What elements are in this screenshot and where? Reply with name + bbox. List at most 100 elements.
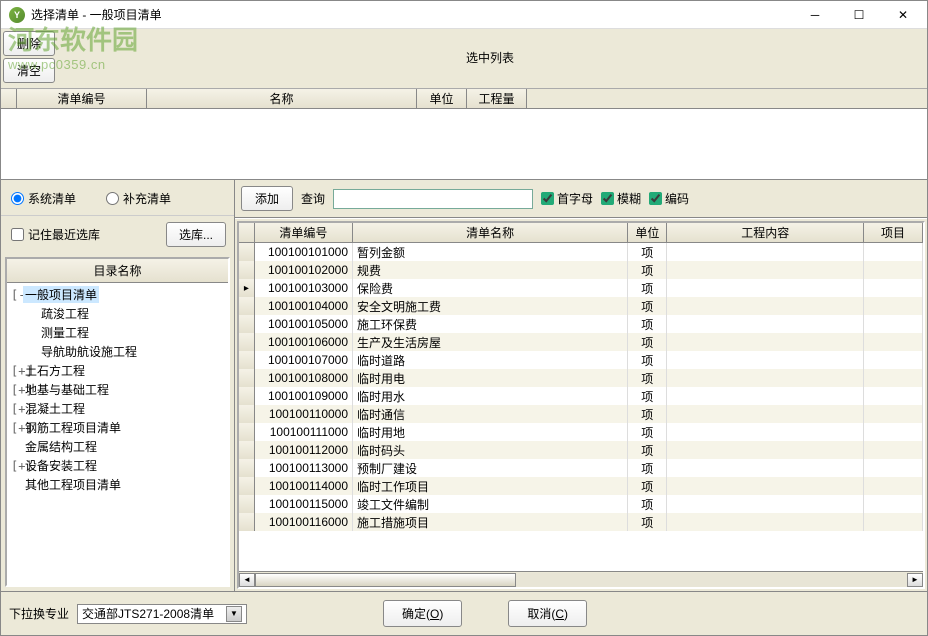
tree-item[interactable]: 导航助航设施工程	[7, 342, 228, 361]
tree-item-label: 钢筋工程项目清单	[23, 419, 123, 436]
cell-proj	[864, 495, 923, 513]
tree-item-label: 导航助航设施工程	[39, 343, 139, 360]
cell-unit: 项	[628, 315, 667, 333]
row-indicator-icon	[239, 495, 255, 513]
cell-proj	[864, 459, 923, 477]
result-grid-body[interactable]: 100100101000暂列金额项100100102000规费项10010010…	[239, 243, 923, 571]
col-name[interactable]: 名称	[147, 89, 417, 108]
radio-supplement-list[interactable]: 补充清单	[106, 190, 171, 207]
cell-content	[667, 405, 863, 423]
dropdown-icon[interactable]: ▼	[226, 606, 242, 622]
col-unit[interactable]: 单位	[417, 89, 467, 108]
tree-item[interactable]: [+]土石方工程	[7, 361, 228, 380]
tree-expander-icon[interactable]: [+]	[11, 459, 23, 473]
table-row[interactable]: 100100114000临时工作项目项	[239, 477, 923, 495]
cell-unit: 项	[628, 261, 667, 279]
checkbox-initial[interactable]: 首字母	[541, 190, 593, 207]
remember-checkbox[interactable]: 记住最近选库	[11, 226, 100, 243]
ok-button[interactable]: 确定(O)	[383, 600, 462, 627]
tree-item[interactable]: 测量工程	[7, 323, 228, 342]
cell-content	[667, 243, 863, 261]
table-row[interactable]: 100100110000临时通信项	[239, 405, 923, 423]
cell-proj	[864, 243, 923, 261]
horizontal-scrollbar[interactable]: ◄ ►	[239, 571, 923, 587]
tree-item-label: 疏浚工程	[39, 305, 91, 322]
selected-grid-body[interactable]	[1, 109, 927, 179]
radio-system-list[interactable]: 系统清单	[11, 190, 76, 207]
table-row[interactable]: 100100111000临时用地项	[239, 423, 923, 441]
table-row[interactable]: 100100109000临时用水项	[239, 387, 923, 405]
cell-proj	[864, 441, 923, 459]
delete-button[interactable]: 删除	[3, 31, 55, 56]
col-list-unit[interactable]: 单位	[628, 223, 667, 242]
maximize-button[interactable]: ☐	[837, 2, 881, 28]
tree-item[interactable]: 其他工程项目清单	[7, 475, 228, 494]
table-row[interactable]: 100100107000临时道路项	[239, 351, 923, 369]
tree-item[interactable]: [+]钢筋工程项目清单	[7, 418, 228, 437]
table-row[interactable]: 100100101000暂列金额项	[239, 243, 923, 261]
catalog-tree[interactable]: [-]一般项目清单疏浚工程测量工程导航助航设施工程[+]土石方工程[+]地基与基…	[7, 283, 228, 585]
tree-item[interactable]: 金属结构工程	[7, 437, 228, 456]
minimize-button[interactable]: ─	[793, 2, 837, 28]
select-library-button[interactable]: 选库...	[166, 222, 226, 247]
table-row[interactable]: 100100102000规费项	[239, 261, 923, 279]
cell-name: 竣工文件编制	[353, 495, 628, 513]
table-row[interactable]: 100100116000施工措施项目项	[239, 513, 923, 531]
titlebar: Y 选择清单 - 一般项目清单 ─ ☐ ✕	[1, 1, 927, 29]
scroll-left-icon[interactable]: ◄	[239, 573, 255, 587]
cell-code: 100100101000	[255, 243, 353, 261]
cell-code: 100100107000	[255, 351, 353, 369]
app-icon: Y	[9, 7, 25, 23]
tree-expander-icon[interactable]: [+]	[11, 383, 23, 397]
cell-name: 临时用地	[353, 423, 628, 441]
table-row[interactable]: 100100115000竣工文件编制项	[239, 495, 923, 513]
table-row[interactable]: 100100113000预制厂建设项	[239, 459, 923, 477]
col-code[interactable]: 清单编号	[17, 89, 147, 108]
col-list-name[interactable]: 清单名称	[353, 223, 628, 242]
scroll-thumb[interactable]	[255, 573, 516, 587]
cell-proj	[864, 279, 923, 297]
tree-item-label: 土石方工程	[23, 362, 87, 379]
checkbox-fuzzy[interactable]: 模糊	[601, 190, 641, 207]
table-row[interactable]: 100100112000临时码头项	[239, 441, 923, 459]
tree-item[interactable]: [-]一般项目清单	[7, 285, 228, 304]
search-input[interactable]	[333, 189, 533, 209]
col-qty[interactable]: 工程量	[467, 89, 527, 108]
cell-unit: 项	[628, 513, 667, 531]
col-list-proj[interactable]: 项目	[864, 223, 923, 242]
cell-content	[667, 441, 863, 459]
table-row[interactable]: 100100108000临时用电项	[239, 369, 923, 387]
checkbox-code[interactable]: 编码	[649, 190, 689, 207]
cell-code: 100100102000	[255, 261, 353, 279]
profession-select[interactable]: 交通部JTS271-2008清单 ▼	[77, 604, 247, 624]
cell-code: 100100115000	[255, 495, 353, 513]
cell-code: 100100112000	[255, 441, 353, 459]
col-list-content[interactable]: 工程内容	[667, 223, 864, 242]
clear-button[interactable]: 清空	[3, 58, 55, 83]
scroll-right-icon[interactable]: ►	[907, 573, 923, 587]
table-row[interactable]: 100100106000生产及生活房屋项	[239, 333, 923, 351]
tree-item[interactable]: [+]混凝土工程	[7, 399, 228, 418]
close-button[interactable]: ✕	[881, 2, 925, 28]
tree-expander-icon[interactable]: [+]	[11, 421, 23, 435]
cell-code: 100100111000	[255, 423, 353, 441]
cell-unit: 项	[628, 441, 667, 459]
table-row[interactable]: 100100104000安全文明施工费项	[239, 297, 923, 315]
cancel-button[interactable]: 取消(C)	[508, 600, 587, 627]
tree-item[interactable]: [+]地基与基础工程	[7, 380, 228, 399]
table-row[interactable]: 100100103000保险费项	[239, 279, 923, 297]
tree-item[interactable]: [+]设备安装工程	[7, 456, 228, 475]
cell-content	[667, 513, 863, 531]
tree-expander-icon[interactable]: [+]	[11, 402, 23, 416]
cell-unit: 项	[628, 459, 667, 477]
cell-code: 100100110000	[255, 405, 353, 423]
cell-code: 100100106000	[255, 333, 353, 351]
tree-expander-icon[interactable]: [+]	[11, 364, 23, 378]
add-button[interactable]: 添加	[241, 186, 293, 211]
bottom-bar: 下拉换专业 交通部JTS271-2008清单 ▼ 确定(O) 取消(C)	[1, 591, 927, 635]
tree-item[interactable]: 疏浚工程	[7, 304, 228, 323]
col-list-code[interactable]: 清单编号	[255, 223, 353, 242]
cell-unit: 项	[628, 423, 667, 441]
table-row[interactable]: 100100105000施工环保费项	[239, 315, 923, 333]
tree-expander-icon[interactable]: [-]	[11, 288, 23, 302]
